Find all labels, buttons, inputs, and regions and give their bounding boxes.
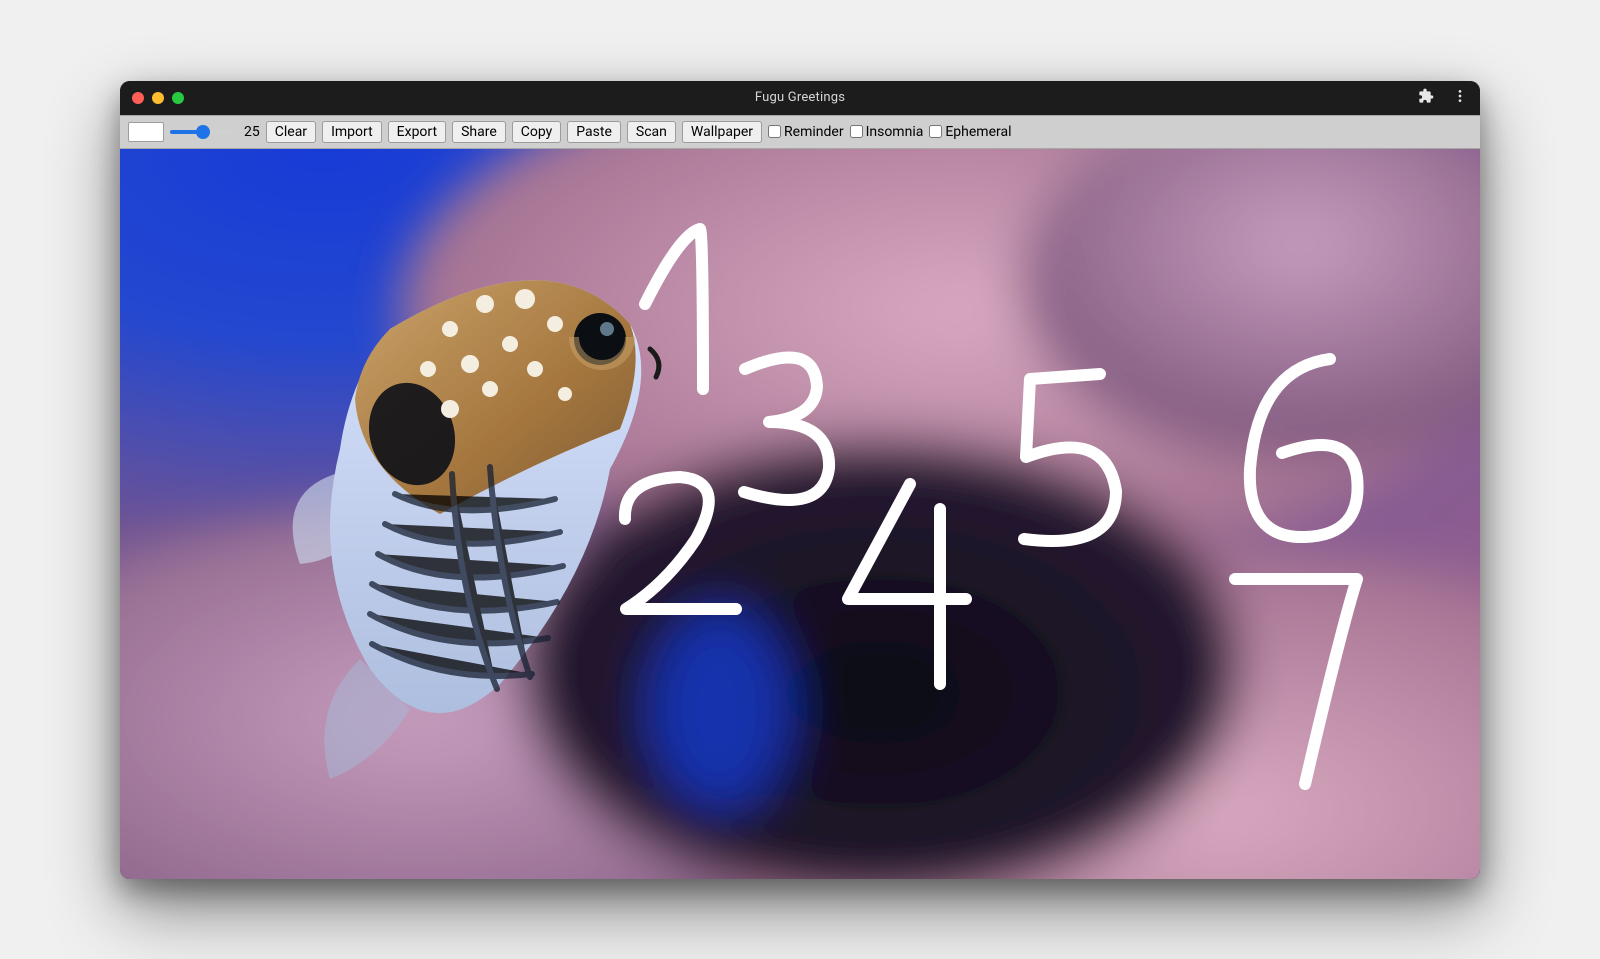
drawing-canvas[interactable] (120, 149, 1480, 879)
handwritten-digit-7 (1235, 579, 1357, 784)
ephemeral-checkbox-label[interactable]: Ephemeral (929, 124, 1011, 140)
handwritten-digit-4 (848, 484, 966, 684)
insomnia-checkbox[interactable] (850, 125, 863, 138)
window-zoom-button[interactable] (172, 92, 184, 104)
handwritten-digit-2 (625, 477, 736, 609)
window-close-button[interactable] (132, 92, 144, 104)
reminder-checkbox-label[interactable]: Reminder (768, 124, 844, 140)
handwritten-digit-1 (645, 229, 703, 389)
toolbar: 25 Clear Import Export Share Copy Paste … (120, 115, 1480, 149)
handwriting-overlay (120, 149, 1480, 879)
clear-button[interactable]: Clear (266, 121, 316, 143)
kebab-menu-icon[interactable] (1452, 88, 1468, 108)
export-button[interactable]: Export (388, 121, 446, 143)
extensions-icon[interactable] (1418, 88, 1434, 108)
reminder-checkbox[interactable] (768, 125, 781, 138)
insomnia-label-text: Insomnia (866, 124, 924, 140)
color-picker[interactable] (128, 122, 164, 142)
copy-button[interactable]: Copy (512, 121, 562, 143)
app-window: Fugu Greetings 25 Clear Import Export Sh… (120, 81, 1480, 879)
ephemeral-label-text: Ephemeral (945, 124, 1011, 140)
brush-size-slider[interactable] (170, 130, 238, 134)
import-button[interactable]: Import (322, 121, 382, 143)
titlebar: Fugu Greetings (120, 81, 1480, 115)
paste-button[interactable]: Paste (567, 121, 621, 143)
wallpaper-button[interactable]: Wallpaper (682, 121, 762, 143)
traffic-lights (132, 92, 184, 104)
window-minimize-button[interactable] (152, 92, 164, 104)
window-title: Fugu Greetings (755, 90, 845, 105)
handwritten-digit-5 (1024, 374, 1116, 541)
share-button[interactable]: Share (452, 121, 506, 143)
ephemeral-checkbox[interactable] (929, 125, 942, 138)
handwritten-digit-6 (1250, 359, 1358, 537)
scan-button[interactable]: Scan (627, 121, 676, 143)
brush-size-value: 25 (244, 124, 260, 140)
handwritten-digit-3 (744, 357, 829, 500)
reminder-label-text: Reminder (784, 124, 844, 140)
insomnia-checkbox-label[interactable]: Insomnia (850, 124, 924, 140)
